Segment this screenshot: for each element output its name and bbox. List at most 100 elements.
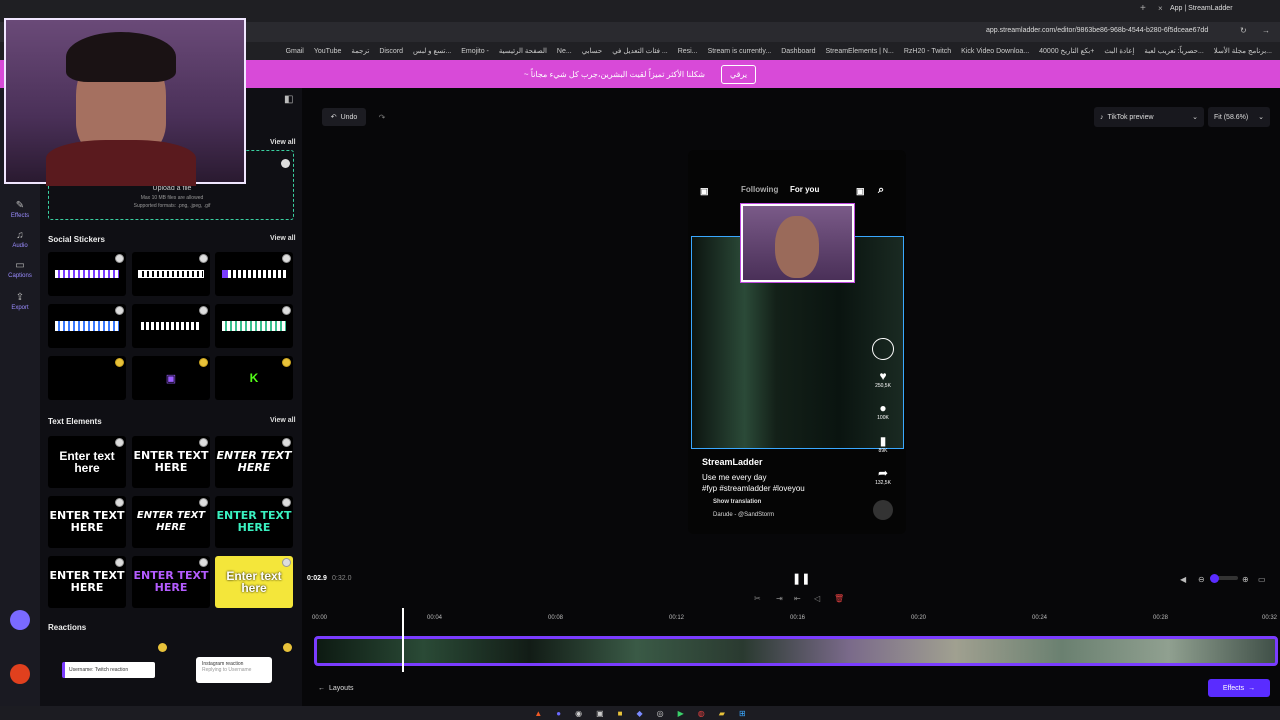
app-icon[interactable]: ■ [618,709,623,718]
rail-export[interactable]: ⇪ Export [0,292,40,311]
video-track[interactable] [314,636,1278,666]
new-tab-icon[interactable]: + [1140,3,1146,14]
rail-captions[interactable]: ▭ Captions [0,260,40,279]
text-element-tile[interactable]: ENTER TEXT HERE [132,436,210,488]
kick-sticker-tile[interactable]: K [215,356,293,400]
brave-icon[interactable]: ▲ [534,709,542,718]
trim-icon[interactable]: ⇥ [776,594,783,603]
sticker-tile[interactable] [215,252,293,296]
bookmark-item[interactable]: Emojito - [461,48,489,55]
bookmark-item[interactable]: ترجمة [351,47,369,55]
chat-widget-icon[interactable] [10,610,30,630]
bookmark-item[interactable]: حسابي [582,47,603,55]
bookmark-item[interactable]: Gmail [286,48,304,55]
bookmark-item[interactable]: Kick Video Downloa... [961,48,1029,55]
messenger-icon[interactable]: ● [556,709,561,718]
zoom-select[interactable]: Fit (58.6%) ⌄ [1208,107,1270,127]
upload-formats: Supported formats: .png, .jpeg, .gif [133,203,211,209]
sticker-tile[interactable] [215,304,293,348]
instagram-reaction-tile[interactable]: Instagram reaction Replying to Username [196,657,272,683]
total-time: 0:32.0 [332,575,352,582]
undo-button[interactable]: ↶ Undo [322,108,366,126]
pause-button[interactable]: ❚❚ [792,572,810,585]
search-icon: ⌕ [878,184,885,196]
bookmark-item[interactable]: Dashboard [781,48,815,55]
bookmark-item[interactable]: تسع و لبس... [413,47,451,55]
text-element-tile[interactable]: Enter text here [48,436,126,488]
zoom-slider[interactable] [1210,573,1238,583]
upgrade-button[interactable]: يرقي [721,64,757,84]
effects-button[interactable]: Effects → [1208,679,1270,697]
bookmark-item[interactable]: حصرياً: تعريب لعبة... [1144,47,1203,55]
sticker-tile[interactable] [48,252,126,296]
bookmark-item[interactable]: RzH20 - Twitch [904,48,951,55]
close-tab-icon[interactable]: × [1158,4,1163,13]
zoom-in-icon[interactable]: ⊕ [1242,575,1249,584]
mute-icon[interactable]: ◁ [814,594,820,603]
view-all-uploads[interactable]: View all [270,139,296,146]
text-element-tile[interactable]: Enter text here [215,556,293,608]
split-icon[interactable]: ✂ [754,594,761,603]
webcam-crop-layer[interactable] [740,203,855,283]
discord-icon[interactable]: ◆ [637,709,643,718]
rail-effects[interactable]: ✎ Effects [0,200,40,219]
tab-following[interactable]: Following [741,185,778,194]
collapse-panel-icon[interactable]: ◧ [284,94,293,105]
bookmark-item[interactable]: برنامج مجلة الأسلا... [1214,47,1272,55]
bookmark-item[interactable]: بكع التاريخ 40000+ [1039,47,1094,55]
bookmark-item[interactable]: Resi... [678,48,698,55]
refresh-icon[interactable]: ↻ [1240,26,1247,35]
trim-start-icon[interactable]: ⇤ [794,594,801,603]
add-upload-icon[interactable] [281,159,290,168]
bookmark-item[interactable]: YouTube [314,48,342,55]
sticker-tile[interactable] [132,304,210,348]
playhead[interactable] [402,608,404,672]
tab-for-you[interactable]: For you [790,185,819,194]
twitch-sticker-tile[interactable]: ▣ [132,356,210,400]
volume-icon[interactable]: ◀ [1180,575,1186,584]
redo-button[interactable]: ↷ [370,108,394,126]
bookmark-item[interactable]: الصفحة الرئيسية [499,47,547,55]
premium-badge [283,643,292,652]
bookmark-item[interactable]: Ne... [557,48,572,55]
folder-icon[interactable]: ▰ [719,709,725,718]
media-icon[interactable]: ▶ [678,709,684,718]
chevron-down-icon: ⌄ [1192,114,1198,121]
bookmark-item[interactable]: إعادة البث [1104,47,1134,55]
bookmark-item[interactable]: StreamElements | N... [825,48,893,55]
preview-mode-select[interactable]: ♪ TikTok preview ⌄ [1094,107,1204,127]
back-icon[interactable]: → [1262,26,1270,35]
social-stickers-title: Social Stickers [48,235,105,244]
steam-icon[interactable]: ◉ [575,709,582,718]
view-all-text[interactable]: View all [270,417,296,424]
browser-tab-title[interactable]: App | StreamLadder [1170,5,1233,12]
view-all-stickers[interactable]: View all [270,235,296,242]
bookmark-item[interactable]: Discord [379,48,403,55]
windows-icon[interactable]: ⊞ [739,709,746,718]
rail-audio[interactable]: ♫ Audio [0,230,40,249]
layouts-button[interactable]: ← Layouts [318,680,378,696]
bookmark-item[interactable]: Stream is currently... [708,48,772,55]
sticker-tile[interactable] [48,356,126,400]
text-element-tile[interactable]: ENTER TEXT HERE [48,496,126,548]
chrome-icon[interactable]: ◍ [698,709,705,718]
url-text: app.streamladder.com/editor/9863be86-968… [986,27,1209,34]
text-element-tile[interactable]: ENTER TEXT HERE [132,556,210,608]
terminal-icon[interactable]: ▣ [596,709,604,718]
os-taskbar: ▲ ● ◉ ▣ ■ ◆ ◎ ▶ ◍ ▰ ⊞ [0,706,1280,720]
bookmark-item[interactable]: فئات التعديل في ... [612,47,668,55]
user-avatar[interactable] [10,664,30,684]
sticker-tile[interactable] [132,252,210,296]
tiktok-username: StreamLadder [702,457,763,467]
webcam-feed [4,18,246,186]
zoom-out-icon[interactable]: ⊖ [1198,575,1205,584]
text-element-tile[interactable]: ENTER TEXT HERE [132,496,210,548]
text-element-tile[interactable]: ENTER TEXT HERE [215,436,293,488]
fullscreen-icon[interactable]: ▭ [1258,575,1266,584]
twitch-reaction-tile[interactable]: Username: Twitch reaction [62,662,155,678]
obs-icon[interactable]: ◎ [657,709,664,718]
text-element-tile[interactable]: ENTER TEXT HERE [48,556,126,608]
sticker-tile[interactable] [48,304,126,348]
delete-icon[interactable]: 🗑 [834,594,844,603]
text-element-tile[interactable]: ENTER TEXT HERE [215,496,293,548]
